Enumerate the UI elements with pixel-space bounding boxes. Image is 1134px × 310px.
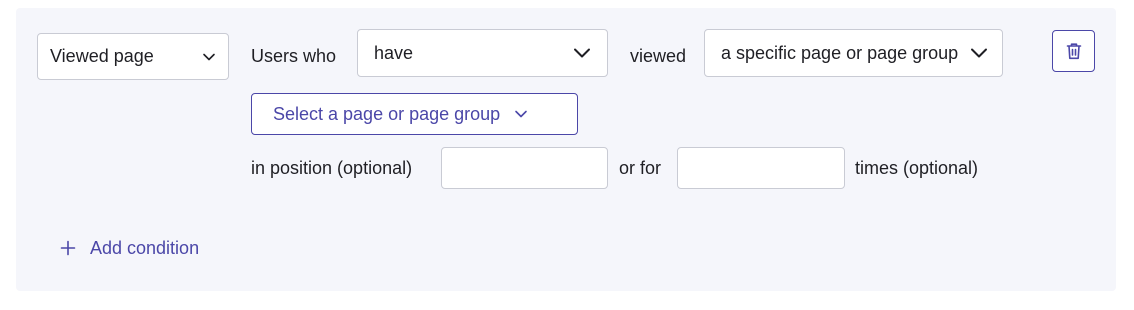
target-select-value: a specific page or page group [721, 42, 959, 63]
chevron-down-icon [573, 47, 591, 59]
users-who-label: Users who [251, 46, 337, 66]
select-page-button[interactable]: Select a page or page group [251, 93, 578, 135]
or-for-label: or for [619, 158, 662, 178]
target-select[interactable]: a specific page or page group [704, 29, 1003, 77]
have-select-value: have [374, 42, 414, 63]
position-label: in position (optional) [251, 158, 413, 178]
chevron-down-icon [514, 109, 528, 119]
plus-icon [60, 240, 76, 256]
times-input[interactable] [677, 147, 845, 189]
position-input[interactable] [441, 147, 608, 189]
trash-icon [1064, 41, 1084, 61]
have-select[interactable]: have [357, 29, 608, 77]
chevron-down-icon [970, 47, 988, 59]
times-label: times (optional) [855, 158, 979, 178]
chevron-down-icon [202, 52, 216, 62]
event-type-select[interactable]: Viewed page [37, 33, 229, 80]
select-page-label: Select a page or page group [273, 103, 501, 124]
viewed-label: viewed [630, 46, 687, 66]
event-type-value: Viewed page [50, 46, 154, 66]
add-condition-label: Add condition [90, 237, 200, 258]
delete-condition-button[interactable] [1052, 30, 1095, 72]
add-condition-button[interactable]: Add condition [60, 236, 199, 260]
